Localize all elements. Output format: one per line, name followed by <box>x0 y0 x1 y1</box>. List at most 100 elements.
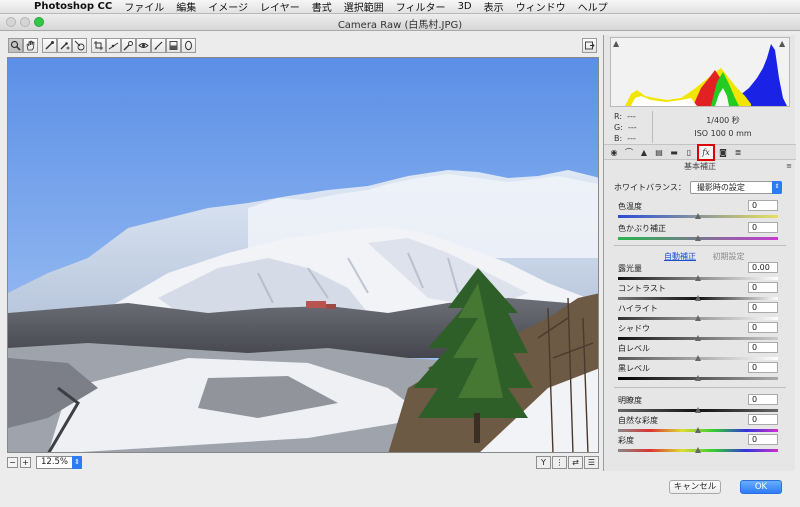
slider-thumb[interactable] <box>695 213 701 219</box>
window-title: Camera Raw (白馬村.JPG) <box>337 20 463 31</box>
g-value: --- <box>628 123 637 132</box>
slider-value-input[interactable]: 0.00 <box>748 262 778 273</box>
menu-app-name[interactable]: Photoshop CC <box>28 1 118 12</box>
targeted-adjust-icon[interactable] <box>72 38 87 53</box>
spot-removal-icon[interactable] <box>121 38 136 53</box>
slider-thumb[interactable] <box>695 235 701 241</box>
menu-3d[interactable]: 3D <box>452 1 478 12</box>
menu-window[interactable]: ウィンドウ <box>510 0 572 14</box>
slider-tint[interactable]: 色かぶり補正 0 <box>618 222 778 245</box>
b-label: B: <box>614 134 623 143</box>
slider-thumb[interactable] <box>695 447 701 453</box>
white-balance-select[interactable]: 撮影時の設定 ⇕ <box>689 181 782 194</box>
tab-lens-icon[interactable]: ▯ <box>682 146 696 159</box>
panel-tabs: ◉ ⌒ ▲ ▤ ▬ ▯ fx ◙ ≣ <box>604 143 796 161</box>
toggle-settings-icon[interactable]: ⋮ <box>552 456 567 469</box>
slider-thumb[interactable] <box>695 315 701 321</box>
slider-value-input[interactable]: 0 <box>748 222 778 233</box>
menu-edit[interactable]: 編集 <box>170 0 202 14</box>
menu-type[interactable]: 書式 <box>306 0 338 14</box>
ok-button[interactable]: OK <box>740 480 782 494</box>
menu-filter[interactable]: フィルター <box>390 0 452 14</box>
panel-menu-icon[interactable]: ≡ <box>786 161 792 172</box>
menu-select[interactable]: 選択範囲 <box>338 0 390 14</box>
slider-value-input[interactable]: 0 <box>748 362 778 373</box>
slider-label: 白レベル <box>618 344 650 353</box>
menu-file[interactable]: ファイル <box>118 0 170 14</box>
menu-view[interactable]: 表示 <box>478 0 510 14</box>
slider-thumb[interactable] <box>695 407 701 413</box>
slider-label: 明瞭度 <box>618 396 642 405</box>
slider-thumb[interactable] <box>695 427 701 433</box>
tab-effects-icon[interactable]: fx <box>697 143 715 161</box>
menu-bar: Photoshop CC ファイル 編集 イメージ レイヤー 書式 選択範囲 フ… <box>0 0 800 14</box>
slider-value-input[interactable]: 0 <box>748 282 778 293</box>
preview-preferences-icon[interactable]: ☰ <box>584 456 599 469</box>
slider-value-input[interactable]: 0 <box>748 322 778 333</box>
slider-blacks[interactable]: 黒レベル 0 <box>618 362 778 385</box>
straighten-icon[interactable] <box>106 38 121 53</box>
histogram-graph <box>625 44 787 106</box>
menu-image[interactable]: イメージ <box>202 0 254 14</box>
adjustment-panel: ▲ ▲ R: --- G: --- B: --- 1/400 秒 ISO 100… <box>603 35 796 471</box>
iso-focal-length: ISO 100 0 mm <box>694 129 752 138</box>
tab-camera-calibration-icon[interactable]: ◙ <box>716 146 730 159</box>
graduated-filter-icon[interactable] <box>166 38 181 53</box>
slider-value-input[interactable]: 0 <box>748 394 778 405</box>
pixel-readout: R: --- G: --- B: --- 1/400 秒 ISO 100 0 m… <box>614 111 790 145</box>
histogram: ▲ ▲ <box>610 37 790 107</box>
slider-value-input[interactable]: 0 <box>748 414 778 425</box>
color-sampler-icon[interactable] <box>57 38 72 53</box>
slider-thumb[interactable] <box>695 335 701 341</box>
tab-tone-curve-icon[interactable]: ⌒ <box>622 146 636 159</box>
slider-value-input[interactable]: 0 <box>748 302 778 313</box>
zoom-icon[interactable] <box>8 38 23 53</box>
menu-help[interactable]: ヘルプ <box>572 0 614 14</box>
section-divider <box>614 245 786 246</box>
image-preview[interactable] <box>7 57 599 453</box>
slider-label: シャドウ <box>618 324 650 333</box>
zoom-in-button[interactable]: + <box>20 457 31 468</box>
zoom-out-button[interactable]: − <box>7 457 18 468</box>
fullscreen-toggle-icon[interactable] <box>582 38 597 53</box>
chevron-down-icon: ⇕ <box>72 456 82 469</box>
cancel-button[interactable]: キャンセル <box>669 480 721 494</box>
hand-icon[interactable] <box>23 38 38 53</box>
tab-effects-label: fx <box>702 147 710 157</box>
slider-value-input[interactable]: 0 <box>748 342 778 353</box>
slider-thumb[interactable] <box>695 275 701 281</box>
white-balance-row: ホワイトバランス： 撮影時の設定 ⇕ <box>614 181 782 194</box>
slider-temperature[interactable]: 色温度 0 <box>618 200 778 223</box>
slider-label: 黒レベル <box>618 364 650 373</box>
slider-value-input[interactable]: 0 <box>748 200 778 211</box>
auto-link[interactable]: 自動補正 <box>664 252 696 261</box>
g-label: G: <box>614 123 623 132</box>
slider-thumb[interactable] <box>695 295 701 301</box>
preview-bottom-bar: − + 12.5% ⇕ Y ⋮ ⇄ ☰ <box>7 455 599 470</box>
slider-label: 色温度 <box>618 202 642 211</box>
tab-basic-icon[interactable]: ◉ <box>607 146 621 159</box>
swap-settings-icon[interactable]: ⇄ <box>568 456 583 469</box>
crop-icon[interactable] <box>91 38 106 53</box>
window-titlebar: Camera Raw (白馬村.JPG) <box>0 14 800 31</box>
tab-presets-icon[interactable]: ≣ <box>731 146 745 159</box>
section-divider <box>614 387 786 388</box>
slider-saturation[interactable]: 彩度 0 <box>618 434 778 457</box>
r-label: R: <box>614 112 623 121</box>
before-after-y-icon[interactable]: Y <box>536 456 551 469</box>
slider-thumb[interactable] <box>695 355 701 361</box>
tab-hsl-icon[interactable]: ▤ <box>652 146 666 159</box>
zoom-level-select[interactable]: 12.5% ⇕ <box>36 456 82 469</box>
slider-thumb[interactable] <box>695 375 701 381</box>
adjustment-brush-icon[interactable] <box>151 38 166 53</box>
tab-detail-icon[interactable]: ▲ <box>637 146 651 159</box>
default-link[interactable]: 初期設定 <box>713 252 745 261</box>
b-value: --- <box>627 134 636 143</box>
red-eye-icon[interactable] <box>136 38 151 53</box>
tab-split-toning-icon[interactable]: ▬ <box>667 146 681 159</box>
radial-filter-icon[interactable] <box>181 38 196 53</box>
white-balance-value: 撮影時の設定 <box>696 183 745 192</box>
white-balance-icon[interactable] <box>42 38 57 53</box>
menu-layer[interactable]: レイヤー <box>254 0 306 14</box>
slider-value-input[interactable]: 0 <box>748 434 778 445</box>
